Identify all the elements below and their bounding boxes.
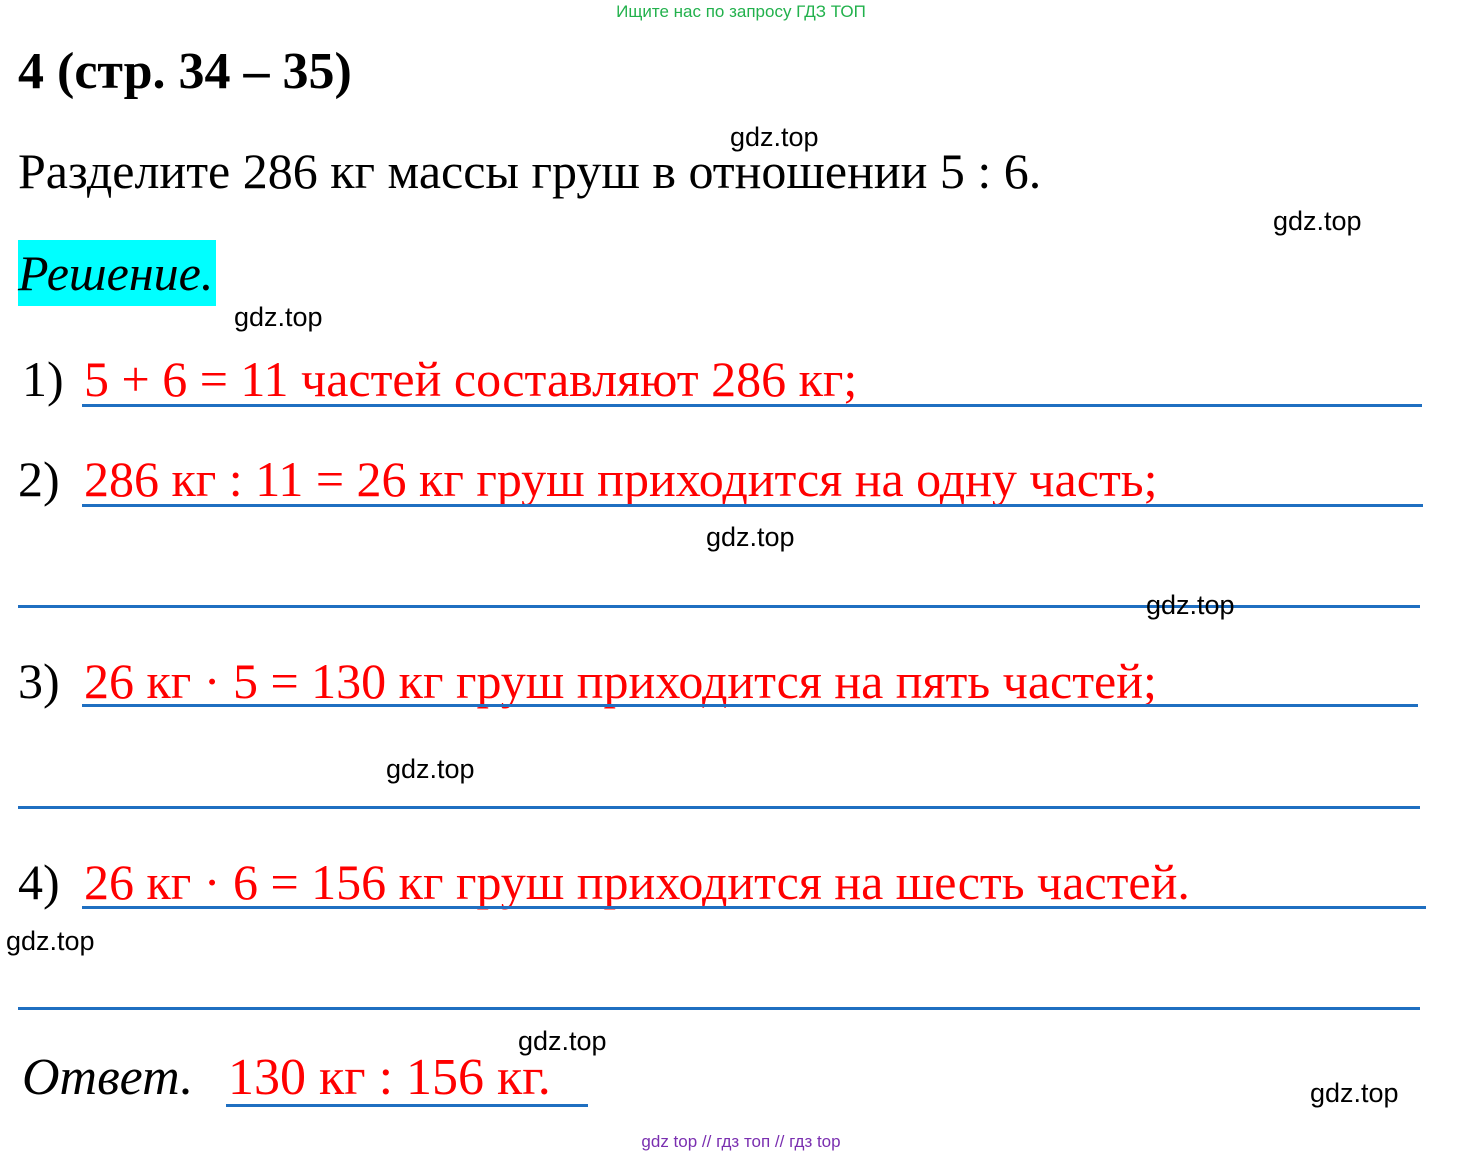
writing-line bbox=[82, 504, 1423, 507]
watermark: gdz.top bbox=[1273, 206, 1362, 236]
writing-line bbox=[82, 404, 1422, 407]
writing-line bbox=[82, 906, 1426, 909]
watermark: gdz.top bbox=[234, 302, 323, 332]
problem-statement: Разделите 286 кг массы груш в отношении … bbox=[18, 143, 1042, 199]
watermark: gdz.top bbox=[1310, 1078, 1399, 1108]
solution-label: Решение. bbox=[18, 240, 217, 306]
step-2-number: 2) bbox=[18, 451, 60, 507]
answer-underline bbox=[226, 1104, 588, 1107]
watermark: gdz.top bbox=[518, 1026, 607, 1056]
watermark: gdz.top bbox=[1146, 590, 1235, 620]
watermark: gdz.top bbox=[706, 522, 795, 552]
step-4-number: 4) bbox=[18, 854, 60, 910]
watermark: gdz.top bbox=[386, 754, 475, 784]
step-3-text: 26 кг · 5 = 130 кг груш приходится на пя… bbox=[84, 653, 1157, 709]
search-note: Ищите нас по запросу ГДЗ ТОП bbox=[616, 2, 866, 21]
watermark: gdz.top bbox=[730, 122, 819, 152]
answer-label: Ответ. bbox=[22, 1049, 194, 1106]
step-4-text: 26 кг · 6 = 156 кг груш приходится на ше… bbox=[84, 854, 1190, 910]
writing-line bbox=[18, 1007, 1420, 1010]
watermark: gdz.top bbox=[6, 926, 95, 956]
step-3-number: 3) bbox=[18, 653, 60, 709]
step-2-text: 286 кг : 11 = 26 кг груш приходится на о… bbox=[84, 451, 1158, 507]
task-title: 4 (стр. 34 – 35) bbox=[18, 43, 352, 100]
step-1-text: 5 + 6 = 11 частей составляют 286 кг; bbox=[84, 351, 858, 407]
step-1-number: 1) bbox=[22, 351, 64, 407]
footer-links: gdz top // гдз топ // гдз top bbox=[641, 1132, 841, 1151]
answer-text: 130 кг : 156 кг. bbox=[228, 1049, 551, 1106]
writing-line bbox=[18, 806, 1420, 809]
writing-line bbox=[82, 704, 1418, 707]
